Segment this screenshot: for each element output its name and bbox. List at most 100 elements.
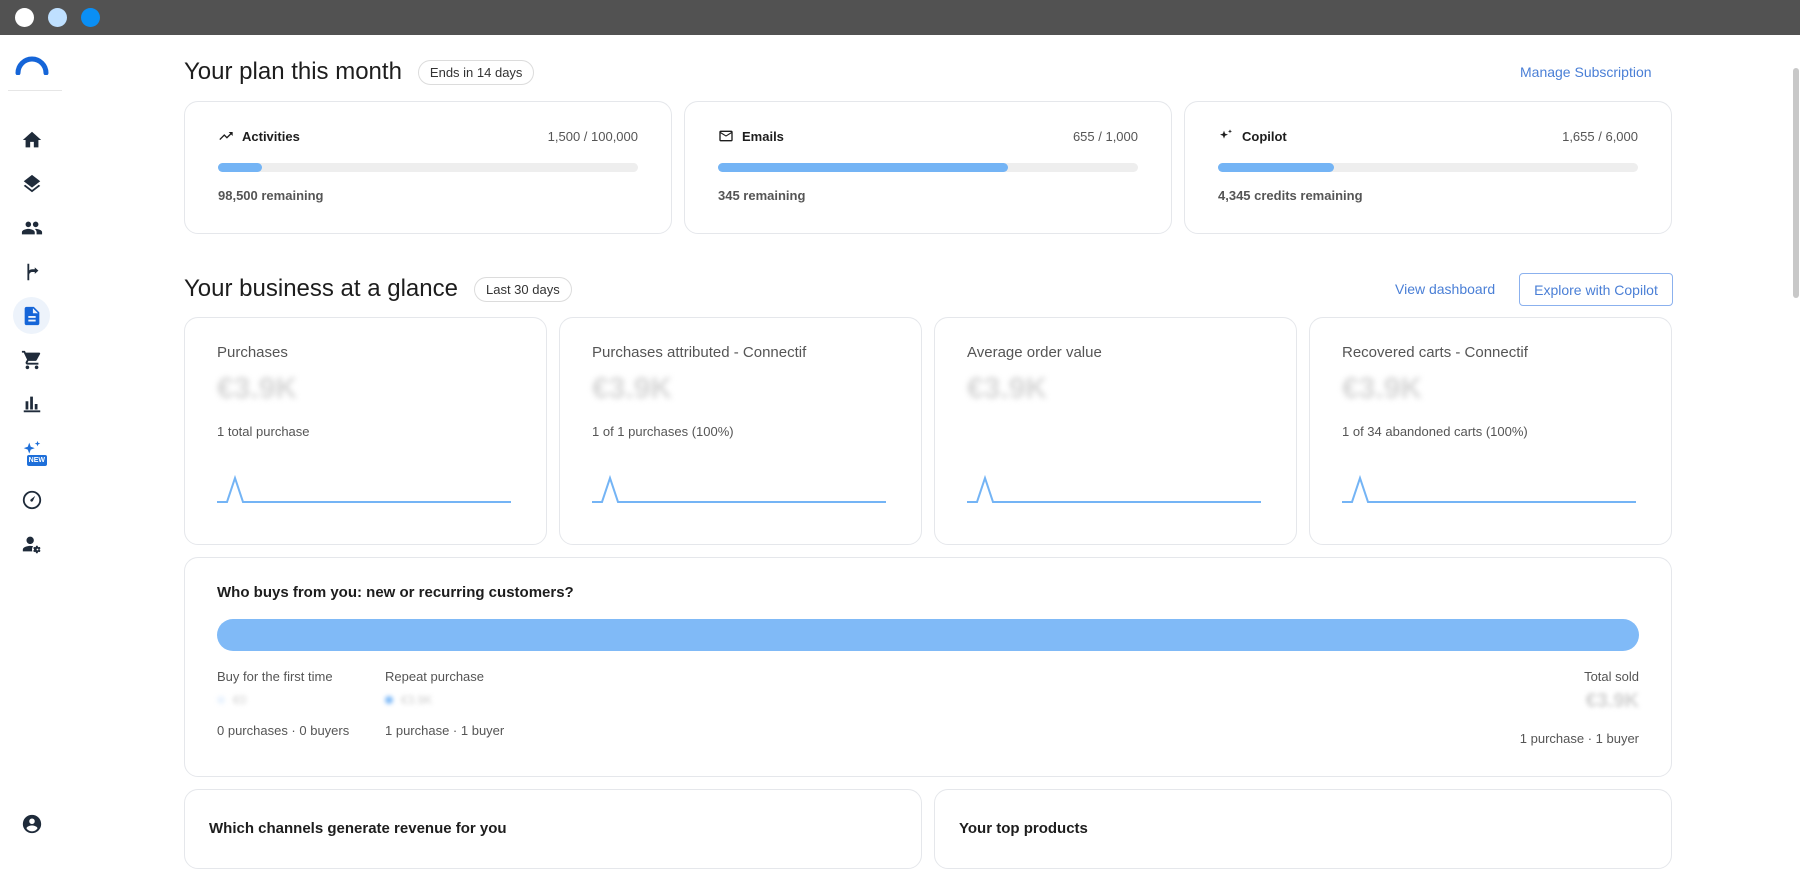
usage-progress-bar <box>1218 163 1638 172</box>
sidebar-item-account[interactable] <box>13 805 50 842</box>
metric-subtext: 1 of 34 abandoned carts (100%) <box>1342 424 1528 439</box>
total-sold-label: Total sold <box>1584 669 1639 684</box>
plan-card-usage: 1,500 / 100,000 <box>547 128 638 144</box>
view-dashboard-link[interactable]: View dashboard <box>1395 281 1495 297</box>
who-buys-title: Who buys from you: new or recurring cust… <box>217 584 574 601</box>
metric-sparkline <box>217 474 511 503</box>
people-icon <box>21 221 42 234</box>
plan-card-name: Activities <box>242 128 300 144</box>
plan-card-name: Emails <box>742 128 784 144</box>
sidebar-item-layers[interactable] <box>13 165 50 202</box>
trend-icon <box>218 128 234 144</box>
plan-card-activities: Activities 1,500 / 100,000 98,500 remain… <box>184 101 672 234</box>
metric-card-average-order-value: Average order value €3.9K <box>934 317 1297 545</box>
account-circle-icon <box>22 814 41 833</box>
total-sold-subtext: 1 purchase · 1 buyer <box>1519 731 1639 746</box>
metric-sparkline <box>967 474 1261 503</box>
customer-split-bar <box>217 619 1639 651</box>
home-icon <box>22 131 41 147</box>
plan-card-remaining: 4,345 credits remaining <box>1218 188 1363 203</box>
usage-progress-bar <box>218 163 638 172</box>
channels-title: Which channels generate revenue for you <box>209 820 507 837</box>
sidebar-item-admin[interactable] <box>13 525 50 562</box>
metric-value: €3.9K <box>592 372 673 405</box>
flow-icon <box>26 263 38 280</box>
metric-label: Purchases <box>217 344 288 361</box>
repeat-value: €3.9K <box>401 693 433 707</box>
metric-sparkline <box>592 474 886 503</box>
metric-subtext: 1 of 1 purchases (100%) <box>592 424 734 439</box>
mail-icon <box>718 128 734 144</box>
first-time-subtext: 0 purchases · 0 buyers <box>217 723 350 738</box>
first-time-label: Buy for the first time <box>217 669 333 684</box>
cart-icon <box>21 350 40 369</box>
channels-card: Which channels generate revenue for you <box>184 789 922 869</box>
plan-card-copilot: Copilot 1,655 / 6,000 4,345 credits rema… <box>1184 101 1672 234</box>
plan-card-usage: 655 / 1,000 <box>1072 128 1138 144</box>
business-period-badge: Last 30 days <box>473 276 572 302</box>
metric-card-recovered-carts: Recovered carts - Connectif €3.9K 1 of 3… <box>1309 317 1672 545</box>
usage-progress-fill <box>718 163 1008 172</box>
business-section-header: Your business at a glance Last 30 days <box>184 275 572 303</box>
sidebar-item-workflows[interactable] <box>13 253 50 290</box>
sidebar-divider <box>8 90 62 91</box>
total-sold-value: €3.9K <box>1585 690 1639 712</box>
repeat-value-row: €3.9K <box>385 693 432 707</box>
first-time-value-row: €0 <box>217 693 246 707</box>
business-title: Your business at a glance <box>184 275 458 302</box>
explore-copilot-button[interactable]: Explore with Copilot <box>1519 273 1673 306</box>
sidebar-item-store[interactable] <box>13 341 50 378</box>
metric-label: Purchases attributed - Connectif <box>592 344 807 361</box>
gauge-icon <box>22 490 41 509</box>
sidebar-item-contacts[interactable] <box>13 209 50 246</box>
metric-sparkline <box>1342 474 1636 503</box>
sparkle-icon <box>1218 128 1234 144</box>
first-time-swatch <box>217 696 225 704</box>
plan-card-name: Copilot <box>1242 128 1287 144</box>
new-badge: NEW <box>26 455 47 466</box>
metric-value: €3.9K <box>217 372 298 405</box>
window-titlebar <box>0 0 1800 35</box>
page-scrollbar[interactable] <box>1792 35 1800 835</box>
sidebar-item-copilot[interactable]: NEW <box>13 431 50 468</box>
sidebar-item-reports[interactable] <box>13 385 50 422</box>
repeat-subtext: 1 purchase · 1 buyer <box>385 723 505 738</box>
who-buys-card: Who buys from you: new or recurring cust… <box>184 557 1672 777</box>
plan-card-usage: 1,655 / 6,000 <box>1562 128 1638 144</box>
sidebar: NEW <box>0 35 62 835</box>
metric-label: Recovered carts - Connectif <box>1342 344 1528 361</box>
bar-chart-icon <box>23 396 40 412</box>
repeat-swatch <box>385 696 393 704</box>
sidebar-item-performance[interactable] <box>13 481 50 518</box>
usage-progress-bar <box>718 163 1138 172</box>
plan-section-header: Your plan this month Ends in 14 days <box>184 58 535 86</box>
window-maximize-button[interactable] <box>81 8 100 27</box>
top-products-card: Your top products <box>934 789 1672 869</box>
metric-value: €3.9K <box>967 372 1048 405</box>
plan-card-remaining: 98,500 remaining <box>218 188 324 203</box>
window-close-button[interactable] <box>15 8 34 27</box>
metric-label: Average order value <box>967 344 1102 361</box>
metric-value: €3.9K <box>1342 372 1423 405</box>
document-icon <box>24 306 39 325</box>
plan-card-remaining: 345 remaining <box>718 188 806 203</box>
metric-card-purchases-attributed: Purchases attributed - Connectif €3.9K 1… <box>559 317 922 545</box>
sidebar-item-content[interactable] <box>13 297 50 334</box>
metric-card-purchases: Purchases €3.9K 1 total purchase <box>184 317 547 545</box>
usage-progress-fill <box>1218 163 1334 172</box>
user-settings-icon <box>22 536 41 553</box>
manage-subscription-link[interactable]: Manage Subscription <box>1520 64 1652 80</box>
window-minimize-button[interactable] <box>48 8 67 27</box>
first-time-value: €0 <box>233 693 247 707</box>
plan-card-emails: Emails 655 / 1,000 345 remaining <box>684 101 1172 234</box>
usage-progress-fill <box>218 163 263 172</box>
sidebar-item-home[interactable] <box>13 121 50 158</box>
top-products-title: Your top products <box>959 820 1088 837</box>
repeat-label: Repeat purchase <box>385 669 485 684</box>
brand-logo[interactable] <box>15 55 49 75</box>
plan-title: Your plan this month <box>184 58 402 85</box>
layers-icon <box>23 174 40 192</box>
metric-subtext: 1 total purchase <box>217 424 310 439</box>
scrollbar-thumb[interactable] <box>1793 68 1799 298</box>
plan-ends-badge: Ends in 14 days <box>417 59 535 85</box>
